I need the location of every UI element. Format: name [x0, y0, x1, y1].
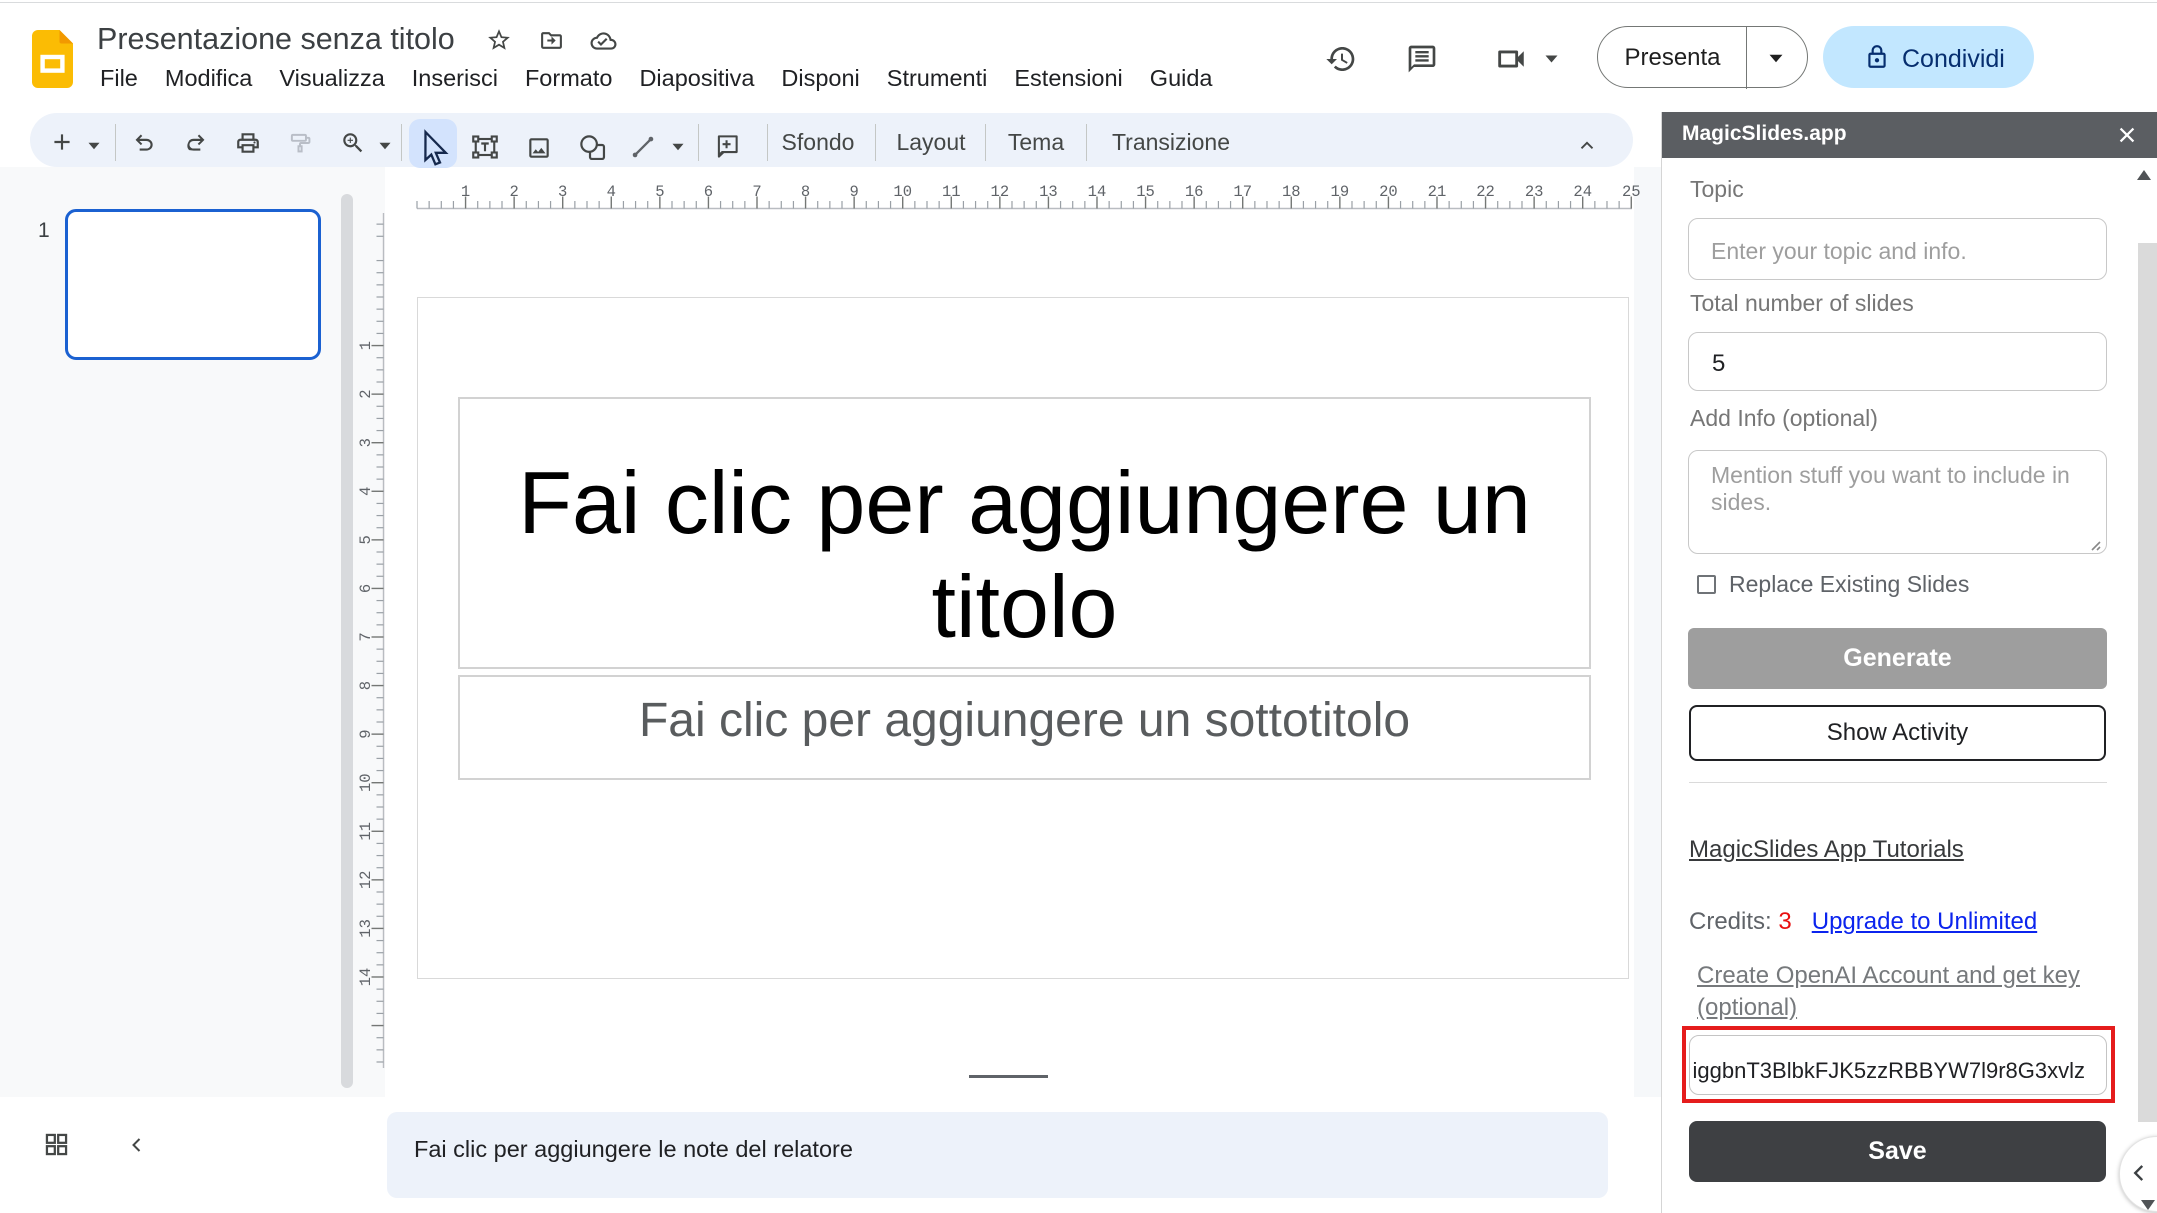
svg-text:19: 19: [1331, 183, 1350, 201]
svg-text:13: 13: [357, 919, 375, 938]
svg-text:12: 12: [991, 183, 1010, 201]
svg-text:22: 22: [1476, 183, 1495, 201]
svg-text:9: 9: [849, 183, 858, 201]
svg-text:9: 9: [357, 729, 375, 738]
svg-text:5: 5: [655, 183, 664, 201]
svg-text:4: 4: [357, 487, 375, 496]
svg-text:14: 14: [357, 968, 375, 987]
svg-text:14: 14: [1088, 183, 1107, 201]
svg-text:17: 17: [1233, 183, 1252, 201]
svg-text:25: 25: [1622, 183, 1641, 201]
svg-text:10: 10: [357, 773, 375, 792]
svg-text:4: 4: [607, 183, 616, 201]
svg-text:8: 8: [357, 681, 375, 690]
svg-text:8: 8: [801, 183, 810, 201]
svg-text:6: 6: [357, 584, 375, 593]
svg-text:20: 20: [1379, 183, 1398, 201]
svg-text:2: 2: [509, 183, 518, 201]
svg-text:5: 5: [357, 535, 375, 544]
svg-text:11: 11: [942, 183, 961, 201]
svg-text:10: 10: [893, 183, 912, 201]
svg-text:24: 24: [1573, 183, 1592, 201]
svg-text:2: 2: [357, 389, 375, 398]
svg-text:16: 16: [1185, 183, 1204, 201]
svg-text:13: 13: [1039, 183, 1058, 201]
svg-text:1: 1: [461, 183, 470, 201]
svg-text:1: 1: [357, 341, 375, 350]
svg-text:12: 12: [357, 871, 375, 890]
svg-text:21: 21: [1428, 183, 1447, 201]
svg-text:3: 3: [558, 183, 567, 201]
svg-text:7: 7: [357, 632, 375, 641]
svg-text:3: 3: [357, 438, 375, 447]
svg-text:15: 15: [1136, 183, 1155, 201]
svg-text:6: 6: [704, 183, 713, 201]
svg-text:7: 7: [752, 183, 761, 201]
svg-text:18: 18: [1282, 183, 1301, 201]
svg-text:11: 11: [357, 822, 375, 841]
svg-text:23: 23: [1525, 183, 1544, 201]
